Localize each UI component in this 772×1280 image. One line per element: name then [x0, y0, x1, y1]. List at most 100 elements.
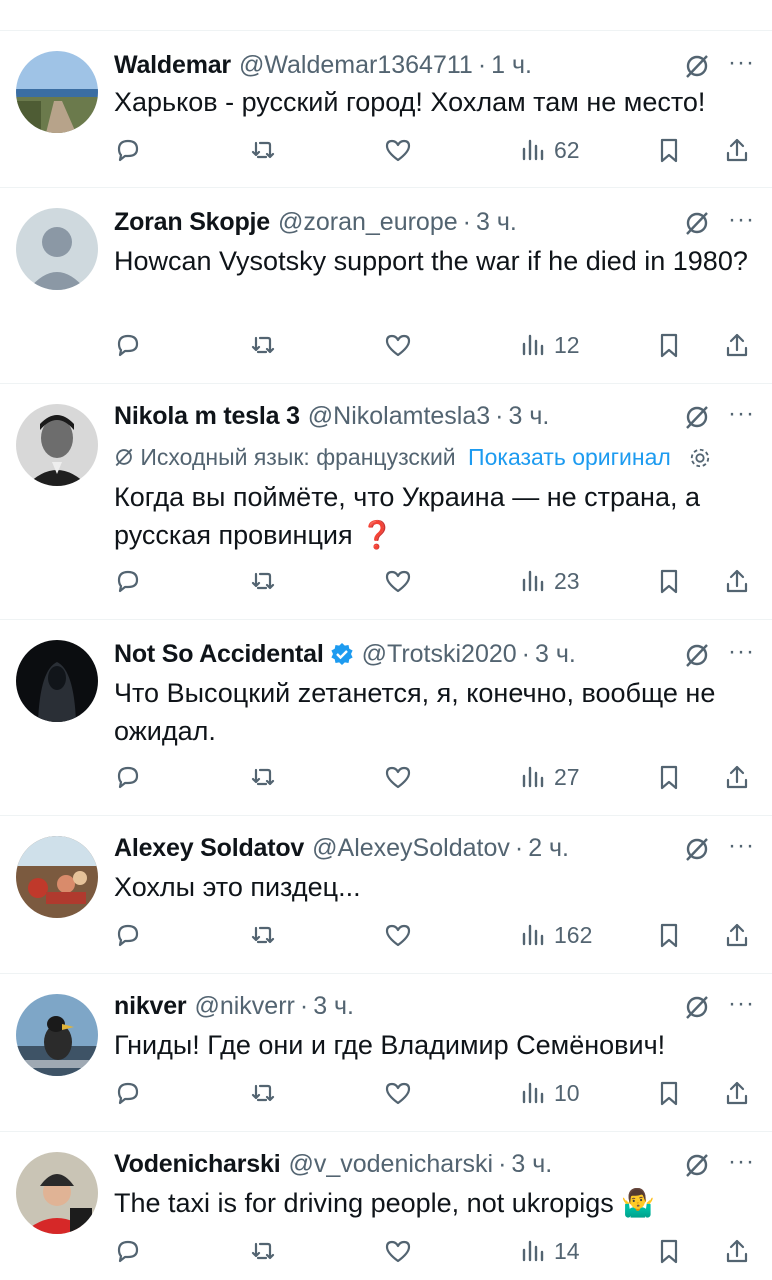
retweet-button[interactable] — [248, 918, 278, 952]
avatar[interactable] — [16, 994, 98, 1076]
display-name[interactable]: nikver — [114, 992, 187, 1021]
bookmark-button[interactable] — [654, 760, 684, 794]
timestamp[interactable]: 3 ч. — [509, 402, 550, 431]
bookmark-button[interactable] — [654, 564, 684, 598]
user-handle[interactable]: @v_vodenicharski — [288, 1150, 493, 1179]
tweet[interactable]: Zoran Skopje @zoran_europe · 3 ч. ··· Ho… — [0, 188, 772, 384]
share-button[interactable] — [722, 760, 752, 794]
reply-button[interactable] — [113, 1234, 143, 1268]
more-options-button[interactable]: ··· — [728, 49, 755, 77]
timestamp[interactable]: 3 ч. — [511, 1150, 552, 1179]
replies-feed: Waldemar @Waldemar1364711 · 1 ч. ··· Хар… — [0, 0, 772, 1280]
bookmark-button[interactable] — [654, 1076, 684, 1110]
avatar[interactable] — [16, 640, 98, 722]
reply-button[interactable] — [113, 760, 143, 794]
separator-dot: · — [299, 991, 309, 1020]
display-name[interactable]: Vodenicharski — [114, 1150, 281, 1179]
retweet-button[interactable] — [248, 328, 278, 362]
like-icon — [383, 566, 413, 596]
avatar[interactable] — [16, 51, 98, 133]
timestamp[interactable]: 1 ч. — [491, 51, 532, 80]
timestamp[interactable]: 3 ч. — [313, 992, 354, 1021]
views-button[interactable]: 162 — [518, 918, 592, 952]
views-button[interactable]: 62 — [518, 133, 580, 167]
more-options-button[interactable]: ··· — [728, 990, 755, 1018]
avatar[interactable] — [16, 208, 98, 290]
timestamp[interactable]: 3 ч. — [476, 208, 517, 237]
bookmark-button[interactable] — [654, 133, 684, 167]
like-button[interactable] — [383, 328, 413, 362]
share-icon — [722, 920, 752, 950]
display-name[interactable]: Alexey Soldatov — [114, 834, 304, 863]
more-options-button[interactable]: ··· — [728, 638, 755, 666]
user-handle[interactable]: @nikverr — [194, 992, 294, 1021]
bookmark-button[interactable] — [654, 1234, 684, 1268]
views-button[interactable]: 12 — [518, 328, 580, 362]
timestamp[interactable]: 2 ч. — [528, 834, 569, 863]
user-handle[interactable]: @AlexeySoldatov — [312, 834, 510, 863]
avatar[interactable] — [16, 404, 98, 486]
grok-icon — [114, 446, 134, 467]
share-button[interactable] — [722, 1076, 752, 1110]
avatar[interactable] — [16, 836, 98, 918]
like-button[interactable] — [383, 564, 413, 598]
display-name[interactable]: Not So Accidental — [114, 640, 324, 669]
reply-button[interactable] — [113, 564, 143, 598]
grok-icon[interactable] — [684, 836, 710, 862]
views-button[interactable]: 10 — [518, 1076, 580, 1110]
retweet-button[interactable] — [248, 760, 278, 794]
views-button[interactable]: 23 — [518, 564, 580, 598]
share-button[interactable] — [722, 564, 752, 598]
like-button[interactable] — [383, 760, 413, 794]
reply-button[interactable] — [113, 133, 143, 167]
grok-icon[interactable] — [684, 642, 710, 668]
bookmark-button[interactable] — [654, 328, 684, 362]
user-handle[interactable]: @Nikolamtesla3 — [308, 402, 490, 431]
retweet-button[interactable] — [248, 133, 278, 167]
gear-icon[interactable] — [689, 447, 711, 469]
tweet[interactable]: Alexey Soldatov @AlexeySoldatov · 2 ч. ·… — [0, 816, 772, 974]
grok-icon[interactable] — [684, 994, 710, 1020]
translation-note: Исходный язык: французский — [140, 444, 456, 470]
bookmark-button[interactable] — [654, 918, 684, 952]
retweet-button[interactable] — [248, 1076, 278, 1110]
user-handle[interactable]: @Trotski2020 — [362, 640, 517, 669]
share-button[interactable] — [722, 918, 752, 952]
display-name[interactable]: Zoran Skopje — [114, 208, 270, 237]
reply-button[interactable] — [113, 328, 143, 362]
display-name[interactable]: Nikola m tesla 3 — [114, 402, 300, 431]
grok-icon[interactable] — [684, 1152, 710, 1178]
like-button[interactable] — [383, 918, 413, 952]
avatar[interactable] — [16, 1152, 98, 1234]
retweet-button[interactable] — [248, 1234, 278, 1268]
share-button[interactable] — [722, 133, 752, 167]
grok-icon[interactable] — [684, 404, 710, 430]
tweet[interactable]: Nikola m tesla 3 @Nikolamtesla3 · 3 ч. ·… — [0, 384, 772, 620]
tweet[interactable]: Vodenicharski @v_vodenicharski · 3 ч. ··… — [0, 1132, 772, 1280]
views-button[interactable]: 14 — [518, 1234, 580, 1268]
user-handle[interactable]: @Waldemar1364711 — [239, 51, 473, 80]
tweet[interactable]: Waldemar @Waldemar1364711 · 1 ч. ··· Хар… — [0, 30, 772, 188]
grok-icon[interactable] — [684, 53, 710, 79]
reply-button[interactable] — [113, 1076, 143, 1110]
timestamp[interactable]: 3 ч. — [535, 640, 576, 669]
share-button[interactable] — [722, 328, 752, 362]
tweet[interactable]: nikver @nikverr · 3 ч. ··· Гниды! Где он… — [0, 974, 772, 1132]
views-button[interactable]: 27 — [518, 760, 580, 794]
like-icon — [383, 1236, 413, 1266]
more-options-button[interactable]: ··· — [728, 1148, 755, 1176]
like-button[interactable] — [383, 133, 413, 167]
show-original-link[interactable]: Показать оригинал — [468, 444, 671, 470]
more-options-button[interactable]: ··· — [728, 206, 755, 234]
user-handle[interactable]: @zoran_europe — [278, 208, 458, 237]
more-options-button[interactable]: ··· — [728, 400, 755, 428]
like-button[interactable] — [383, 1076, 413, 1110]
retweet-button[interactable] — [248, 564, 278, 598]
tweet[interactable]: Not So Accidental @Trotski2020 · 3 ч. ··… — [0, 620, 772, 816]
display-name[interactable]: Waldemar — [114, 51, 231, 80]
like-button[interactable] — [383, 1234, 413, 1268]
grok-icon[interactable] — [684, 210, 710, 236]
reply-button[interactable] — [113, 918, 143, 952]
share-button[interactable] — [722, 1234, 752, 1268]
more-options-button[interactable]: ··· — [728, 832, 755, 860]
